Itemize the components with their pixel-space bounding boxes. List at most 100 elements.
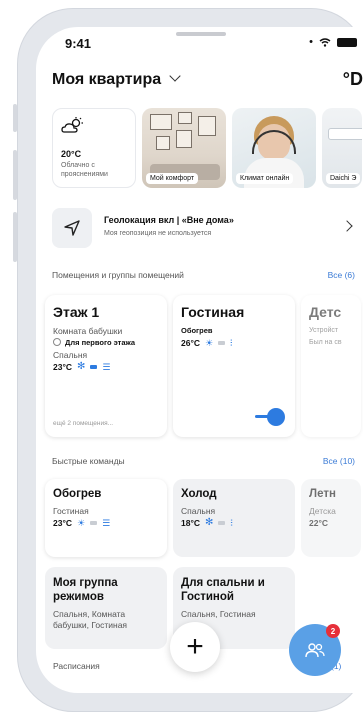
schedules-section-title: Расписания <box>53 661 100 671</box>
fan-speed-icon <box>218 521 226 525</box>
add-button[interactable]: + <box>170 622 220 672</box>
brand-logo: °D <box>342 69 363 89</box>
command-temp-line: 22°C <box>309 517 353 529</box>
room-schedule: Для первого этажа <box>65 338 136 347</box>
story-my-comfort[interactable]: Мой комфорт <box>142 108 226 188</box>
command-name: Летн <box>309 488 336 500</box>
battery-icon <box>337 37 357 47</box>
fan-speed-icon <box>90 521 98 525</box>
chevron-down-icon[interactable] <box>169 70 181 82</box>
dynamic-island <box>176 32 226 36</box>
swing-icon: ☰ <box>102 361 111 372</box>
command-room: Спальня <box>181 506 216 516</box>
room-card-kids[interactable]: Детс Устройст Был на св <box>301 295 361 437</box>
partly-cloudy-icon <box>61 117 83 133</box>
app-screen: 9:41 • Моя квартира °D 20°C Облачно с пр… <box>36 27 363 693</box>
geo-title: Геолокация вкл | «Вне дома» <box>104 215 234 225</box>
room-name: Детс <box>309 304 342 320</box>
wall-picture-art <box>198 116 216 136</box>
wall-picture-art <box>176 130 192 148</box>
sun-icon: ☀ <box>77 517 86 528</box>
command-temp: 23°C <box>53 518 72 528</box>
fan-speed-icon <box>90 365 98 369</box>
story-label: Климат онлайн <box>236 173 294 184</box>
fan-speed-icon <box>218 341 226 345</box>
chevron-right-icon <box>341 220 353 232</box>
weather-temp: 20°C <box>61 149 82 159</box>
room-temp-line: 26°C ☀ ⫶ <box>181 337 287 349</box>
air-conditioner-illustration <box>328 128 362 140</box>
page-header: Моя квартира °D <box>52 69 363 93</box>
toggle-knob <box>267 408 285 426</box>
cellular-icon: • <box>309 36 313 48</box>
home-selector[interactable]: Моя квартира <box>52 71 161 88</box>
commands-carousel[interactable]: Обогрев Гостиная 23°C ☀ ☰ Холод Спальня … <box>45 479 361 557</box>
weather-story[interactable]: 20°C Облачно с прояснениями <box>52 108 136 188</box>
room-temp: 26°C <box>181 338 200 348</box>
story-daichi[interactable]: Daichi Э <box>322 108 362 188</box>
weather-desc: Облачно с прояснениями <box>61 162 108 178</box>
notification-badge: 2 <box>326 624 340 638</box>
stories-carousel[interactable]: 20°C Облачно с прояснениями Мой комфорт … <box>52 108 362 188</box>
wall-picture-art <box>178 112 192 124</box>
commands-all-link[interactable]: Все (10) <box>323 456 355 466</box>
room-device-line: Устройст <box>309 327 339 334</box>
users-button[interactable]: 2 <box>289 624 341 676</box>
wall-picture-art <box>156 136 170 150</box>
command-room: Детска <box>309 506 336 516</box>
room-device-line: Спальня <box>53 350 88 360</box>
command-room: Гостиная <box>53 506 89 516</box>
snowflake-icon: ✻ <box>77 361 86 372</box>
status-icons: • <box>309 36 357 48</box>
command-card-summer[interactable]: Летн Детска 22°C <box>301 479 361 557</box>
users-icon <box>305 643 325 658</box>
mute-switch <box>13 104 17 132</box>
story-climate-online[interactable]: Климат онлайн <box>232 108 316 188</box>
group-name: Моя группа режимов <box>53 577 118 603</box>
rooms-section-title: Помещения и группы помещений <box>52 270 184 280</box>
swing-icon: ⫶ <box>230 337 233 348</box>
sun-icon: ☀ <box>205 337 214 348</box>
story-label: Мой комфорт <box>146 173 199 184</box>
geo-icon-box <box>52 208 92 248</box>
commands-section-header: Быстрые команды Все (10) <box>52 456 363 468</box>
command-card-cold[interactable]: Холод Спальня 18°C ✻ ⫶ <box>173 479 295 557</box>
room-device-line: Был на св <box>309 339 342 346</box>
command-temp-line: 18°C ✻ ⫶ <box>181 517 287 529</box>
groups-carousel[interactable]: Моя группа режимов Спальня, Комната бабу… <box>45 567 295 649</box>
clock-icon <box>53 338 61 346</box>
rooms-all-link[interactable]: Все (6) <box>328 270 355 280</box>
command-name: Холод <box>181 488 217 500</box>
command-name: Обогрев <box>53 488 102 500</box>
group-rooms: Спальня, Комната бабушки, Гостиная <box>53 609 128 630</box>
room-card-floor1[interactable]: Этаж 1 Комната бабушки Для первого этажа… <box>45 295 167 437</box>
geolocation-card[interactable]: Геолокация вкл | «Вне дома» Моя геопозиц… <box>52 208 363 248</box>
power-toggle[interactable] <box>255 408 285 426</box>
status-bar: 9:41 • <box>36 27 363 67</box>
more-rooms-text: ещё 2 помещения... <box>53 420 114 427</box>
group-name: Для спальни и Гостиной <box>181 577 265 603</box>
geo-subtitle: Моя геопозиция не используется <box>104 230 212 237</box>
room-card-living[interactable]: Гостиная Обогрев 26°C ☀ ⫶ <box>173 295 295 437</box>
room-device-line: Комната бабушки <box>53 326 123 336</box>
commands-section-title: Быстрые команды <box>52 456 125 466</box>
rooms-section-header: Помещения и группы помещений Все (6) <box>52 270 363 282</box>
swing-icon: ⫶ <box>230 517 233 528</box>
rooms-carousel[interactable]: Этаж 1 Комната бабушки Для первого этажа… <box>45 295 361 437</box>
command-temp: 22°C <box>309 518 328 528</box>
room-schedule-line: Для первого этажа <box>53 337 159 349</box>
plus-icon: + <box>186 630 204 663</box>
group-rooms: Спальня, Гостиная <box>181 609 256 619</box>
room-name: Этаж 1 <box>53 304 100 320</box>
room-name: Гостиная <box>181 304 245 320</box>
command-temp: 18°C <box>181 518 200 528</box>
story-label: Daichi Э <box>326 173 361 184</box>
command-card-heat[interactable]: Обогрев Гостиная 23°C ☀ ☰ <box>45 479 167 557</box>
command-temp-line: 23°C ☀ ☰ <box>53 517 159 529</box>
snowflake-icon: ✻ <box>205 517 214 528</box>
swing-icon: ☰ <box>102 517 111 528</box>
group-card-my-modes[interactable]: Моя группа режимов Спальня, Комната бабу… <box>45 567 167 649</box>
volume-up-button <box>13 150 17 200</box>
room-mode: Обогрев <box>181 326 213 335</box>
volume-down-button <box>13 212 17 262</box>
